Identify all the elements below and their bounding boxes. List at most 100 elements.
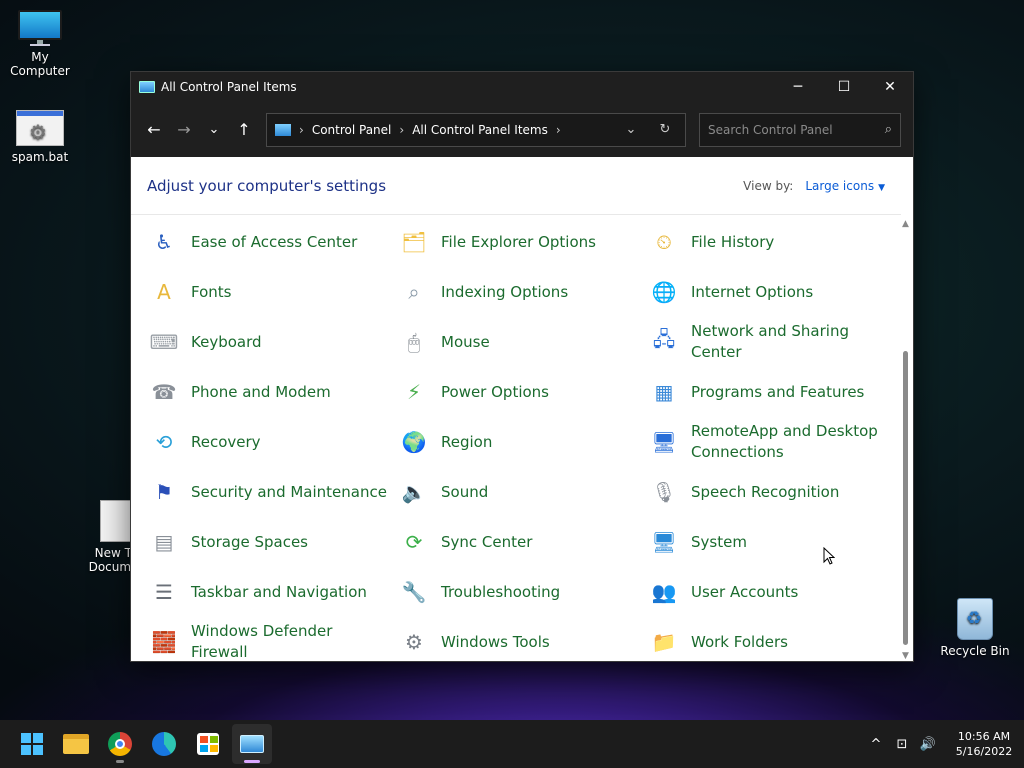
maximize-button[interactable]: ☐: [821, 72, 867, 102]
control-panel-item-label: Windows Tools: [441, 632, 550, 651]
control-panel-item[interactable]: ⚡ Power Options: [397, 367, 642, 417]
chevron-down-icon[interactable]: ⌄: [619, 122, 643, 137]
microphone-icon: 🎙: [651, 480, 677, 504]
desktop-icon-recycle-bin[interactable]: Recycle Bin: [935, 598, 1015, 658]
control-panel-item[interactable]: 🎙 Speech Recognition: [647, 467, 892, 517]
desktop-icon-spam-bat[interactable]: ⚙ spam.bat: [0, 110, 80, 164]
taskbar-file-explorer[interactable]: [56, 724, 96, 764]
search-icon[interactable]: ⌕: [885, 122, 892, 137]
search-box[interactable]: ⌕: [699, 112, 901, 147]
breadcrumb-all-items[interactable]: All Control Panel Items: [412, 123, 548, 137]
control-panel-item[interactable]: 🔧 Troubleshooting: [397, 567, 642, 617]
back-button[interactable]: ←: [139, 115, 169, 145]
control-panel-item[interactable]: 🖥 System: [647, 517, 892, 567]
refresh-icon[interactable]: ↻: [653, 122, 677, 137]
control-panel-item[interactable]: ☰ Taskbar and Navigation: [147, 567, 392, 617]
control-panel-item-label: File Explorer Options: [441, 232, 596, 251]
navigation-bar: ← → ⌄ ↑ › Control Panel › All Control Pa…: [131, 102, 913, 157]
control-panel-item[interactable]: ⚑ Security and Maintenance: [147, 467, 392, 517]
search-input[interactable]: [708, 122, 885, 137]
control-panel-item-label: Ease of Access Center: [191, 232, 358, 251]
vertical-scrollbar[interactable]: ▲ ▼: [899, 215, 913, 661]
control-panel-item[interactable]: ⌨ Keyboard: [147, 317, 392, 367]
chrome-icon: [108, 732, 132, 756]
recent-locations-button[interactable]: ⌄: [199, 115, 229, 145]
view-by-dropdown[interactable]: Large icons ▼: [805, 179, 885, 193]
taskbar-edge[interactable]: [144, 724, 184, 764]
ease-of-access-icon: ♿: [155, 230, 173, 254]
forward-button[interactable]: →: [169, 115, 199, 145]
taskbar-control-panel[interactable]: [232, 724, 272, 764]
folder-options-icon: 🗂: [401, 230, 427, 254]
scroll-down-icon[interactable]: ▼: [902, 651, 909, 661]
show-hidden-icons-chevron-icon[interactable]: ^: [864, 737, 888, 752]
recovery-icon: ⟲: [155, 430, 173, 454]
control-panel-item[interactable]: 🖧 Network and Sharing Center: [647, 317, 892, 367]
network-icon[interactable]: ⊡: [890, 737, 914, 752]
control-panel-item[interactable]: ⌕ Indexing Options: [397, 267, 642, 317]
clock-time: 10:56 AM: [957, 730, 1011, 743]
system-tray: ^ ⊡ 🔊 10:56 AM 5/16/2022: [862, 729, 1024, 759]
control-panel-item-label: Indexing Options: [441, 282, 569, 301]
control-panel-item-label: Sound: [441, 482, 489, 501]
taskbar-chrome[interactable]: [100, 724, 140, 764]
control-panel-item[interactable]: 🧱 Windows Defender Firewall: [147, 617, 392, 667]
chevron-right-icon[interactable]: ›: [399, 123, 404, 137]
control-panel-item-label: Keyboard: [191, 332, 262, 351]
content-header: Adjust your computer's settings View by:…: [131, 157, 901, 215]
sound-icon: 🔈: [401, 480, 427, 504]
region-icon: 🌍: [401, 430, 427, 454]
control-panel-item-label: Fonts: [191, 282, 232, 301]
close-button[interactable]: ✕: [867, 72, 913, 102]
text-document-icon: [100, 500, 132, 542]
control-panel-item[interactable]: ⚙ Windows Tools: [397, 617, 642, 667]
control-panel-item[interactable]: ⟲ Recovery: [147, 417, 392, 467]
taskbar-store[interactable]: [188, 724, 228, 764]
control-panel-icon: [275, 123, 291, 136]
control-panel-item[interactable]: ♿ Ease of Access Center: [147, 217, 392, 267]
control-panel-item[interactable]: A Fonts: [147, 267, 392, 317]
control-panel-item[interactable]: ⏲ File History: [647, 217, 892, 267]
chevron-right-icon[interactable]: ›: [556, 123, 561, 137]
control-panel-item-label: Phone and Modem: [191, 382, 331, 401]
desktop-icon-my-computer[interactable]: My Computer: [0, 10, 80, 78]
address-bar[interactable]: › Control Panel › All Control Panel Item…: [266, 112, 686, 147]
scrollbar-thumb[interactable]: [903, 351, 908, 645]
troubleshooting-icon: 🔧: [401, 580, 427, 604]
security-flag-icon: ⚑: [155, 480, 173, 504]
control-panel-item-label: File History: [691, 232, 775, 251]
control-panel-item[interactable]: ⟳ Sync Center: [397, 517, 642, 567]
indexing-icon: ⌕: [408, 280, 420, 304]
breadcrumb-control-panel[interactable]: Control Panel: [312, 123, 392, 137]
control-panel-item[interactable]: ▤ Storage Spaces: [147, 517, 392, 567]
control-panel-item[interactable]: 🖥 RemoteApp and Desktop Connections: [647, 417, 892, 467]
control-panel-item[interactable]: 🗂 File Explorer Options: [397, 217, 642, 267]
start-button[interactable]: [12, 724, 52, 764]
start-icon: [21, 733, 43, 755]
clock-date: 5/16/2022: [955, 745, 1013, 758]
control-panel-item-label: Work Folders: [691, 632, 788, 651]
control-panel-item[interactable]: 🌍 Region: [397, 417, 642, 467]
up-button[interactable]: ↑: [229, 115, 259, 145]
control-panel-item[interactable]: ☎ Phone and Modem: [147, 367, 392, 417]
desktop-icon-label: Recycle Bin: [940, 644, 1010, 658]
minimize-button[interactable]: ─: [775, 72, 821, 102]
control-panel-item-label: Windows Defender Firewall: [191, 622, 333, 661]
control-panel-item[interactable]: 🔈 Sound: [397, 467, 642, 517]
control-panel-item[interactable]: 👥 User Accounts: [647, 567, 892, 617]
page-title: Adjust your computer's settings: [147, 176, 387, 195]
control-panel-item[interactable]: 🌐 Internet Options: [647, 267, 892, 317]
control-panel-item[interactable]: ▦ Programs and Features: [647, 367, 892, 417]
control-panel-item[interactable]: 🖱 Mouse: [397, 317, 642, 367]
title-bar[interactable]: All Control Panel Items ─ ☐ ✕: [131, 72, 913, 102]
clock[interactable]: 10:56 AM 5/16/2022: [944, 729, 1024, 759]
control-panel-item-label: Internet Options: [691, 282, 814, 301]
fonts-icon: A: [157, 280, 171, 304]
window-title: All Control Panel Items: [161, 80, 297, 94]
user-accounts-icon: 👥: [651, 580, 677, 604]
scroll-up-icon[interactable]: ▲: [902, 219, 909, 229]
control-panel-item[interactable]: 📁 Work Folders: [647, 617, 892, 667]
mouse-cursor-icon: [823, 547, 835, 565]
volume-icon[interactable]: 🔊: [916, 737, 940, 752]
internet-options-icon: 🌐: [651, 280, 677, 304]
